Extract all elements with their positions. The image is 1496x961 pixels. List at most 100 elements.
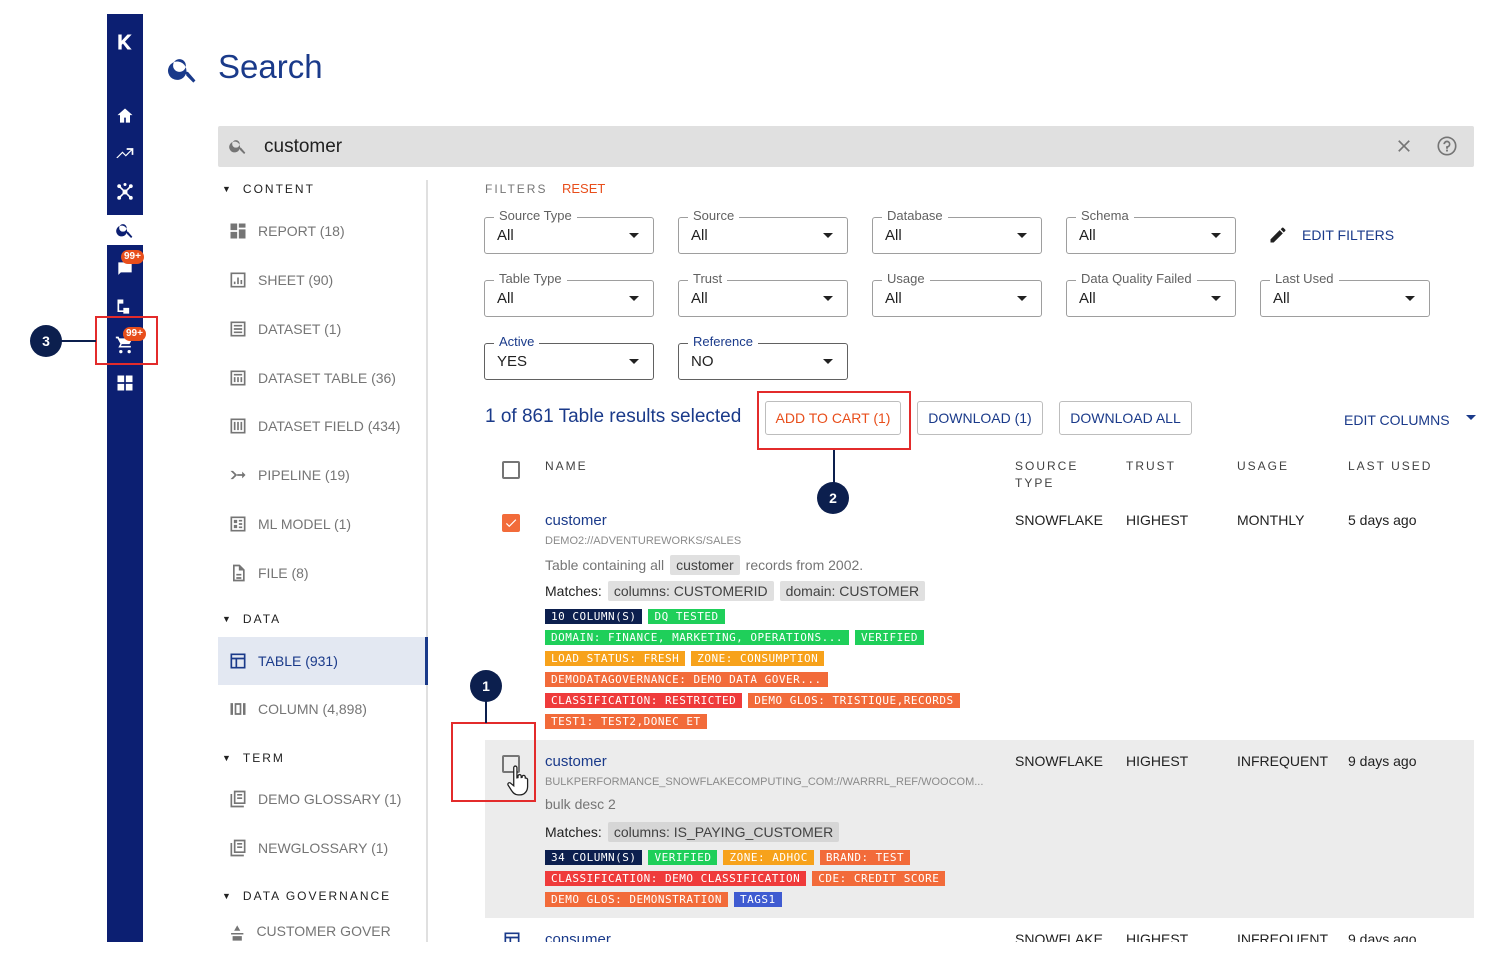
- tag[interactable]: DEMO GLOS: DEMONSTRATION: [545, 892, 728, 907]
- download-button[interactable]: DOWNLOAD (1): [917, 401, 1043, 435]
- help-icon[interactable]: [1436, 135, 1458, 162]
- edit-filters-button[interactable]: EDIT FILTERS: [1268, 225, 1394, 245]
- filter-trust[interactable]: Trust All: [678, 271, 848, 317]
- column-header-name[interactable]: NAME: [545, 458, 588, 475]
- tag[interactable]: TEST1: TEST2,DONEC ET: [545, 714, 707, 729]
- clear-icon[interactable]: [1394, 136, 1414, 161]
- row-description: bulk desc 2: [545, 796, 616, 812]
- dashboard-icon[interactable]: [107, 368, 143, 398]
- filter-table-type[interactable]: Table Type All: [484, 271, 654, 317]
- match-chip: domain: CUSTOMER: [779, 581, 926, 601]
- table-icon: [230, 653, 246, 669]
- sidebar-item-newglossary[interactable]: NEWGLOSSARY (1): [218, 824, 426, 872]
- filter-schema[interactable]: Schema All: [1066, 208, 1236, 254]
- messages-icon[interactable]: 99+: [107, 250, 144, 284]
- network-icon[interactable]: [107, 177, 143, 207]
- select-all-checkbox[interactable]: [502, 461, 520, 479]
- sidebar-item-table[interactable]: TABLE (931): [218, 637, 426, 685]
- section-data-governance[interactable]: ▼ DATA GOVERNANCE: [222, 889, 391, 903]
- search-input[interactable]: customer: [264, 136, 342, 158]
- dropdown-arrow-icon: [823, 359, 833, 364]
- column-header-source-type[interactable]: SOURCE TYPE: [1015, 458, 1078, 492]
- section-data[interactable]: ▼ DATA: [222, 612, 281, 626]
- section-label: CONTENT: [242, 182, 315, 196]
- filter-label: Database: [882, 208, 948, 223]
- trending-icon[interactable]: [107, 139, 143, 169]
- table-row-clipped[interactable]: consumer SNOWFLAKE HIGHEST INFREQUENT 9 …: [485, 930, 1474, 942]
- sidebar-item-dataset-field[interactable]: DATASET FIELD (434): [218, 402, 426, 450]
- tag[interactable]: TAGS1: [733, 892, 782, 907]
- download-all-button[interactable]: DOWNLOAD ALL: [1059, 401, 1192, 435]
- row-name-link[interactable]: customer: [545, 512, 607, 529]
- sidebar-item-sheet[interactable]: SHEET (90): [218, 256, 426, 304]
- row-name-link[interactable]: customer: [545, 753, 607, 770]
- filter-value: All: [1273, 290, 1290, 307]
- row-name-link[interactable]: consumer: [545, 931, 611, 942]
- column-header-last-used[interactable]: LAST USED: [1348, 458, 1432, 475]
- annotation-box-add-to-cart: [757, 391, 911, 450]
- filter-database[interactable]: Database All: [872, 208, 1042, 254]
- description-text: records from 2002.: [745, 557, 864, 573]
- filter-label: Table Type: [494, 271, 567, 286]
- filter-usage[interactable]: Usage All: [872, 271, 1042, 317]
- sidebar-item-file[interactable]: FILE (8): [218, 549, 426, 597]
- tag[interactable]: VERIFIED: [648, 850, 718, 865]
- cell-source-type: SNOWFLAKE: [1015, 512, 1103, 528]
- tag[interactable]: DOMAIN: FINANCE, MARKETING, OPERATIONS..…: [545, 630, 850, 645]
- app-logo[interactable]: [107, 26, 143, 58]
- edit-columns-button[interactable]: EDIT COLUMNS: [1344, 412, 1476, 428]
- tag[interactable]: DQ TESTED: [648, 609, 725, 624]
- matches-label: Matches:: [545, 583, 602, 599]
- sidebar-item-pipeline[interactable]: PIPELINE (19): [218, 451, 426, 499]
- section-term[interactable]: ▼ TERM: [222, 751, 285, 765]
- tag[interactable]: CLASSIFICATION: DEMO CLASSIFICATION: [545, 871, 807, 886]
- sidebar-item-ml-model[interactable]: ML MODEL (1): [218, 500, 426, 548]
- filter-source-type[interactable]: Source Type All: [484, 208, 654, 254]
- tag[interactable]: BRAND: TEST: [819, 850, 911, 865]
- column-header-usage[interactable]: USAGE: [1237, 458, 1289, 475]
- sidebar-divider: [426, 180, 428, 942]
- column-header-trust[interactable]: TRUST: [1126, 458, 1176, 475]
- sidebar-item-label: REPORT (18): [258, 223, 345, 239]
- tag[interactable]: VERIFIED: [855, 630, 925, 645]
- tag[interactable]: DEMO GLOS: TRISTIQUE,RECORDS: [748, 693, 960, 708]
- search-nav-icon[interactable]: [107, 215, 143, 245]
- sidebar-item-dataset-table[interactable]: DATASET TABLE (36): [218, 354, 426, 402]
- tag[interactable]: 10 COLUMN(S): [545, 609, 643, 624]
- search-bar[interactable]: customer: [218, 126, 1474, 167]
- tag[interactable]: CDE: CREDIT SCORE: [812, 871, 946, 886]
- pipeline-icon: [230, 470, 246, 480]
- tag[interactable]: ZONE: ADHOC: [723, 850, 814, 865]
- cell-usage: INFREQUENT: [1237, 753, 1328, 769]
- tag[interactable]: LOAD STATUS: FRESH: [545, 651, 686, 666]
- match-chip: columns: CUSTOMERID: [607, 581, 774, 601]
- tag[interactable]: 34 COLUMN(S): [545, 850, 643, 865]
- dropdown-arrow-icon: [1017, 296, 1027, 301]
- description-text: Table containing all: [545, 557, 665, 573]
- filter-source[interactable]: Source All: [678, 208, 848, 254]
- filter-active[interactable]: Active YES: [484, 334, 654, 380]
- sidebar-item-demo-glossary[interactable]: DEMO GLOSSARY (1): [218, 775, 426, 823]
- sidebar-item-customer-gover-test[interactable]: CUSTOMER GOVER TEST...: [218, 917, 426, 942]
- sidebar-item-dataset[interactable]: DATASET (1): [218, 305, 426, 353]
- section-content[interactable]: ▼ CONTENT: [222, 182, 315, 196]
- tag[interactable]: DEMODATAGOVERNANCE: DEMO DATA GOVER...: [545, 672, 828, 687]
- home-icon[interactable]: [107, 101, 143, 131]
- filter-label: Schema: [1076, 208, 1134, 223]
- filter-label: Reference: [688, 334, 758, 349]
- row-checkbox-checked[interactable]: [502, 514, 520, 532]
- filter-data-quality-failed[interactable]: Data Quality Failed All: [1066, 271, 1236, 317]
- filter-reference[interactable]: Reference NO: [678, 334, 848, 380]
- dropdown-arrow-icon: [1017, 233, 1027, 238]
- filter-last-used[interactable]: Last Used All: [1260, 271, 1430, 317]
- filter-value: YES: [497, 353, 528, 370]
- tag[interactable]: ZONE: CONSUMPTION: [691, 651, 825, 666]
- filter-value: All: [1079, 227, 1096, 244]
- sidebar-item-report[interactable]: REPORT (18): [218, 207, 426, 255]
- section-label: TERM: [242, 751, 285, 765]
- reset-filters-link[interactable]: RESET: [562, 181, 605, 196]
- sidebar-item-column[interactable]: COLUMN (4,898): [218, 685, 426, 733]
- filter-label: Source: [688, 208, 740, 223]
- tag[interactable]: CLASSIFICATION: RESTRICTED: [545, 693, 743, 708]
- caret-down-icon: ▼: [222, 614, 233, 624]
